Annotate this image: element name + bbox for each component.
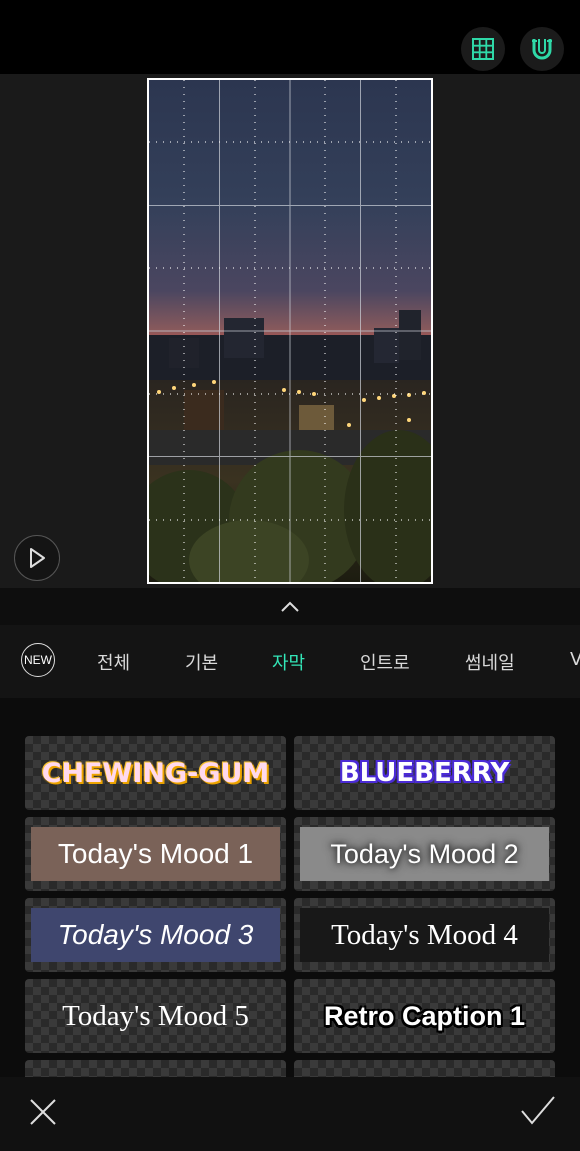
template-card[interactable]: Retro Caption 1 xyxy=(294,979,555,1053)
template-label: BLUEBERRY xyxy=(339,758,510,788)
confirm-button[interactable] xyxy=(518,1093,558,1129)
chevron-up-icon xyxy=(281,601,299,612)
template-label: CHEWING-GUM xyxy=(41,757,270,789)
preview-image[interactable] xyxy=(147,78,433,584)
template-card[interactable]: Today's Mood 5 xyxy=(25,979,286,1053)
tab-all[interactable]: 전체 xyxy=(97,649,130,675)
video-preview-area xyxy=(0,74,580,588)
top-toolbar xyxy=(0,0,580,74)
category-tabs: NEW 전체 기본 자막 인트로 썸네일 V xyxy=(0,625,580,698)
template-card[interactable]: Today's Mood 1 xyxy=(25,817,286,891)
template-card[interactable]: Today's Mood 4 xyxy=(294,898,555,972)
play-button[interactable] xyxy=(14,535,60,581)
template-card[interactable] xyxy=(294,1060,555,1077)
template-card[interactable]: Today's Mood 2 xyxy=(294,817,555,891)
template-label: Today's Mood 4 xyxy=(331,918,518,951)
template-label: Today's Mood 3 xyxy=(57,919,254,950)
check-icon xyxy=(521,1096,555,1125)
grid-toggle-button[interactable] xyxy=(461,27,505,71)
magnet-icon xyxy=(532,39,552,60)
template-card[interactable]: CHEWING-GUM xyxy=(25,736,286,810)
new-badge[interactable]: NEW xyxy=(21,643,55,677)
tab-intro[interactable]: 인트로 xyxy=(360,649,410,675)
panel-collapse-handle[interactable] xyxy=(0,588,580,625)
grid-icon xyxy=(472,38,494,60)
template-card[interactable]: BLUEBERRY xyxy=(294,736,555,810)
cancel-button[interactable] xyxy=(26,1095,60,1129)
close-icon xyxy=(30,1099,56,1125)
tab-thumbnail[interactable]: 썸네일 xyxy=(465,649,515,675)
template-card[interactable]: Today's Mood 3 xyxy=(25,898,286,972)
play-icon xyxy=(30,548,45,568)
tab-basic[interactable]: 기본 xyxy=(185,649,218,675)
template-label: Today's Mood 2 xyxy=(330,838,519,869)
template-card[interactable] xyxy=(25,1060,286,1077)
bottom-action-bar xyxy=(0,1077,580,1151)
template-label: Today's Mood 5 xyxy=(62,999,249,1032)
magnet-snap-button[interactable] xyxy=(520,27,564,71)
template-label: Retro Caption 1 xyxy=(323,1000,525,1031)
tab-caption[interactable]: 자막 xyxy=(272,649,305,675)
tab-more[interactable]: V xyxy=(570,649,580,670)
template-label: Today's Mood 1 xyxy=(57,838,254,869)
template-grid: CHEWING-GUM BLUEBERRY Today's Mood 1 Tod… xyxy=(0,698,580,1077)
